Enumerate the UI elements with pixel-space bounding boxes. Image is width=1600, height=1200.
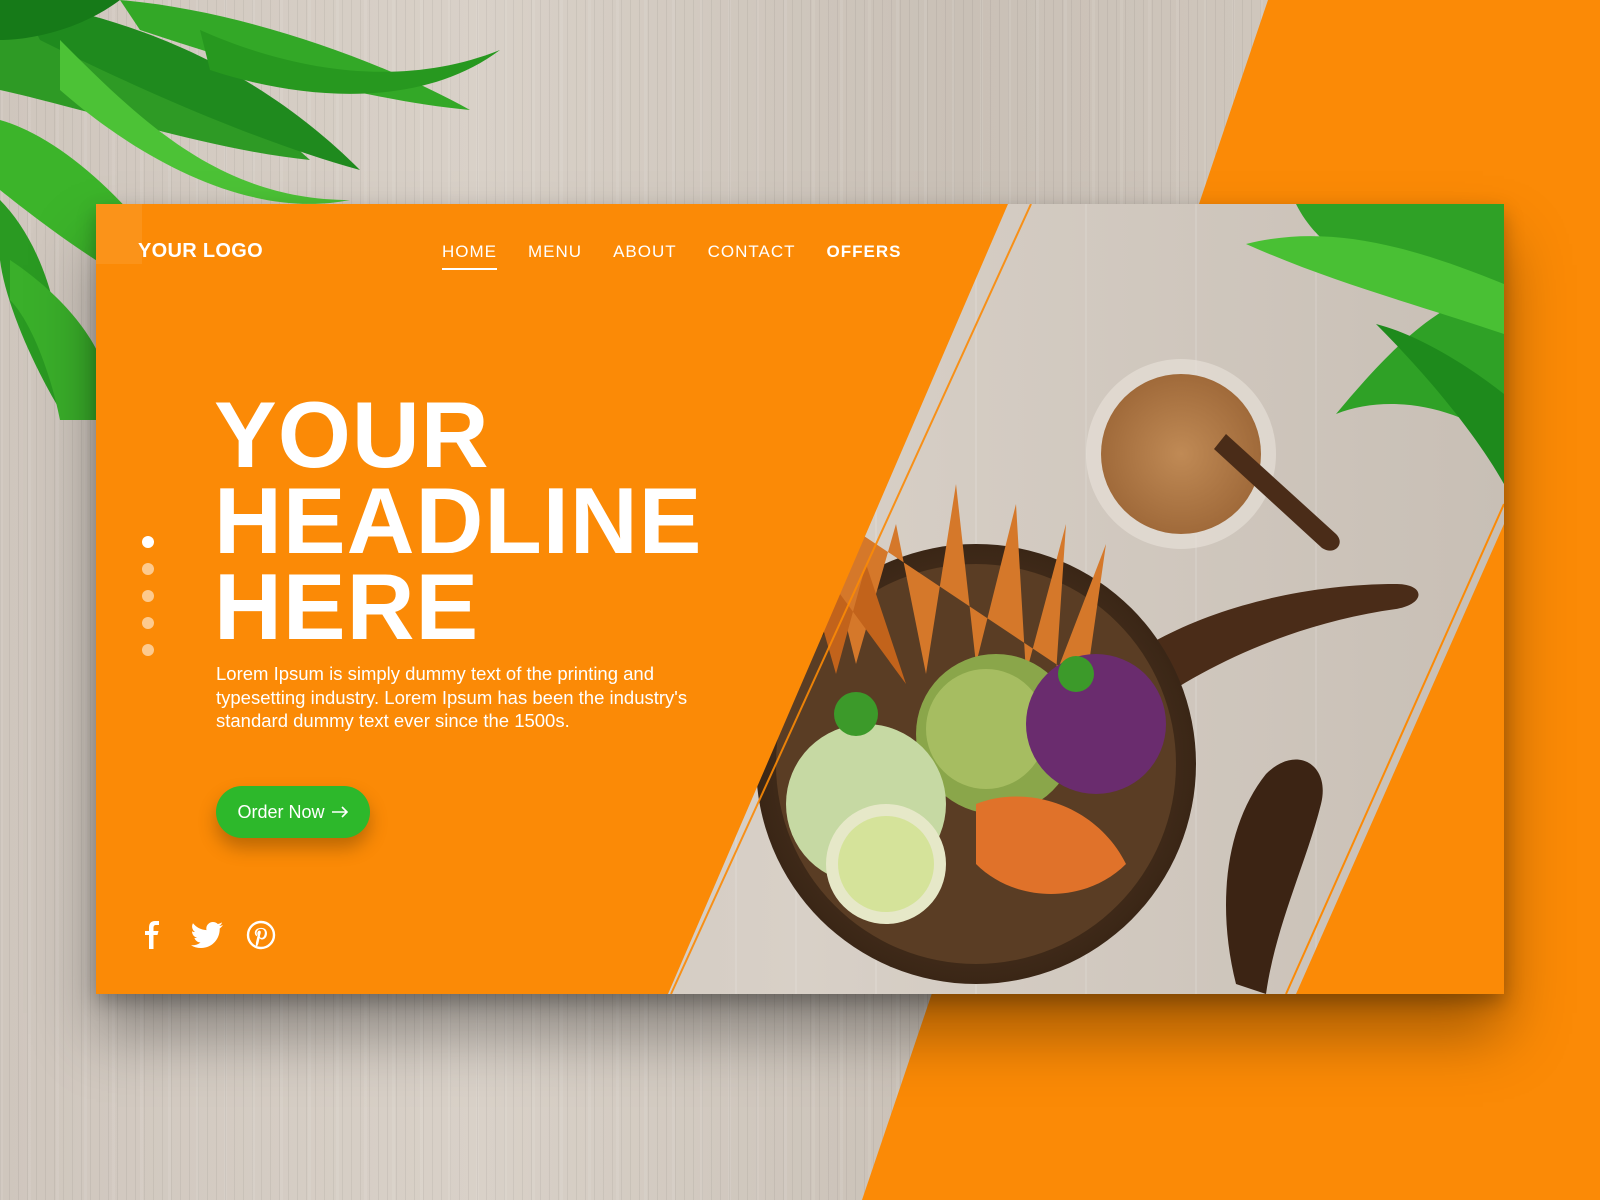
slider-dot[interactable] xyxy=(142,590,154,602)
nav-contact[interactable]: CONTACT xyxy=(708,242,796,270)
nav-menu[interactable]: MENU xyxy=(528,242,582,270)
headline-line: HERE xyxy=(214,554,480,659)
slider-dot[interactable] xyxy=(142,644,154,656)
landing-page-card: YOUR LOGO HOME MENU ABOUT CONTACT OFFERS… xyxy=(96,204,1504,994)
twitter-link[interactable] xyxy=(190,918,224,952)
facebook-link[interactable] xyxy=(136,918,170,952)
order-now-button[interactable]: Order Now xyxy=(216,786,370,838)
slider-dot[interactable] xyxy=(142,617,154,629)
hero-headline: YOUR HEADLINE HERE xyxy=(214,382,703,659)
main-nav: HOME MENU ABOUT CONTACT OFFERS xyxy=(442,242,932,270)
nav-about[interactable]: ABOUT xyxy=(613,242,677,270)
social-links xyxy=(136,918,278,952)
hero-body-text: Lorem Ipsum is simply dummy text of the … xyxy=(216,663,688,731)
facebook-icon xyxy=(145,921,159,949)
brand-logo[interactable]: YOUR LOGO xyxy=(138,240,263,263)
twitter-icon xyxy=(191,922,223,948)
slider-dots xyxy=(142,536,154,656)
pinterest-link[interactable] xyxy=(244,918,278,952)
nav-offers[interactable]: OFFERS xyxy=(827,242,902,270)
headline-line: HEADLINE xyxy=(214,468,703,573)
headline-line: YOUR xyxy=(214,382,490,487)
order-now-label: Order Now xyxy=(237,801,325,822)
slider-dot[interactable] xyxy=(142,563,154,575)
arrow-right-icon xyxy=(331,806,348,818)
nav-home[interactable]: HOME xyxy=(442,242,497,270)
pinterest-icon xyxy=(246,920,276,950)
slider-dot[interactable] xyxy=(142,536,154,548)
